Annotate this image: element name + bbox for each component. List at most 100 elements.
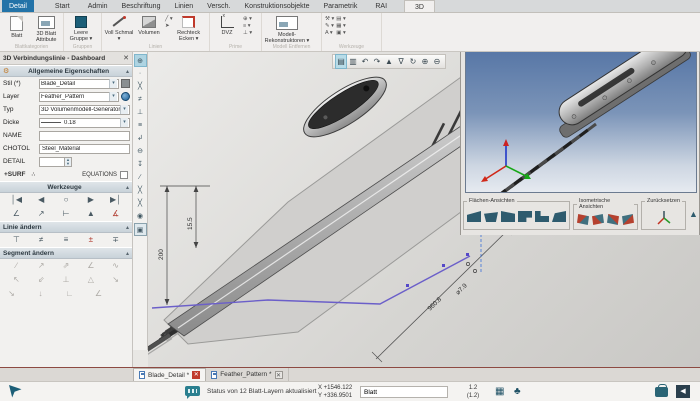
iso-view-2-icon[interactable]: [592, 214, 604, 225]
undo-icon[interactable]: ↶: [359, 55, 371, 68]
hammer-icon[interactable]: ⚒ ▾: [325, 16, 334, 22]
hatch-icon[interactable]: ╳: [134, 80, 147, 93]
drop-icon[interactable]: ↧: [134, 158, 147, 171]
zoom-out-icon[interactable]: ⊖: [431, 55, 443, 68]
tab-beschriftung[interactable]: Beschriftung: [115, 0, 168, 12]
segment-down-left-icon[interactable]: ⇙: [34, 274, 49, 286]
front-view-icon[interactable]: [467, 211, 481, 222]
stil-select[interactable]: Blade_Detail▾: [39, 79, 119, 89]
zoom-extents-icon[interactable]: ▲: [383, 55, 395, 68]
modell-rekonstruktoren-button[interactable]: Modell- Rekonstruktoren ▾: [264, 14, 310, 44]
voll-schmal-button[interactable]: Voll Schmal ▾: [104, 14, 134, 42]
surf-mark-icon[interactable]: ∴: [32, 171, 36, 178]
close-icon[interactable]: ✕: [192, 371, 200, 379]
camera-icon[interactable]: ▣: [134, 223, 147, 236]
dimension-15-5[interactable]: 15.5: [187, 217, 194, 230]
collapse-icon[interactable]: ▴: [126, 68, 129, 75]
first-icon[interactable]: │◀: [9, 194, 24, 206]
doc-tab-feather-pattern[interactable]: Feather_Pattern * ✕: [206, 368, 288, 381]
volumen-button[interactable]: Volumen: [134, 14, 164, 36]
dvz-button[interactable]: DVZ: [212, 14, 242, 36]
tab-detail[interactable]: Detail: [2, 0, 34, 12]
segment-corner-icon[interactable]: ∟: [62, 288, 77, 300]
line-offset-icon[interactable]: ±: [83, 234, 98, 246]
iso-view-3-icon[interactable]: [607, 214, 619, 225]
spinner-icon[interactable]: ▲▼: [65, 157, 72, 167]
delete-icon[interactable]: ╳: [134, 184, 147, 197]
layer-sphere-icon[interactable]: [121, 92, 130, 101]
bottom-view-icon[interactable]: [552, 211, 566, 222]
previous-icon[interactable]: ◀: [34, 194, 49, 206]
segment-triangle-icon[interactable]: △: [83, 274, 98, 286]
tab-start[interactable]: Start: [48, 0, 77, 12]
sheet-name-input[interactable]: [360, 386, 448, 398]
edit-icon[interactable]: ✎ ▾: [325, 23, 334, 29]
dimension-7-9[interactable]: ⌀7.9: [455, 282, 469, 296]
snap-end-icon[interactable]: ≠: [134, 93, 147, 106]
back-view-icon[interactable]: [484, 211, 498, 222]
slash-icon[interactable]: ∕: [134, 171, 147, 184]
archive-icon[interactable]: [655, 387, 668, 397]
segment-drop-icon[interactable]: ↘: [4, 288, 19, 300]
snap-perp-icon[interactable]: ⊥: [134, 106, 147, 119]
tab-linien[interactable]: Linien: [167, 0, 200, 12]
segment-perp-icon[interactable]: ⊥: [58, 274, 73, 286]
rechteck-ecken-button[interactable]: Rechteck Ecken ▾: [174, 14, 204, 42]
segment-down-right-icon[interactable]: ↘: [108, 274, 123, 286]
list-icon[interactable]: ≡: [134, 119, 147, 132]
zoom-previous-icon[interactable]: ∇: [395, 55, 407, 68]
select-pin-icon[interactable]: ⊕: [134, 54, 147, 67]
globe-icon[interactable]: ◉: [134, 210, 147, 223]
left-view-icon[interactable]: [501, 211, 515, 222]
top-view-icon[interactable]: [535, 211, 549, 222]
section-segment[interactable]: Segment ändern ▴: [0, 247, 132, 259]
equations-checkbox[interactable]: [120, 171, 128, 179]
angle-measure-icon[interactable]: ∡: [108, 208, 123, 220]
last-icon[interactable]: ▶│: [108, 194, 123, 206]
point-icon[interactable]: ·: [134, 67, 147, 80]
iso-view-1-icon[interactable]: [577, 214, 589, 225]
section-tools[interactable]: Werkzeuge ▴: [0, 181, 132, 193]
typ-select[interactable]: 3D Volumenmodell-Generator▾: [39, 105, 130, 115]
save-all-icon[interactable]: ▥: [347, 55, 359, 68]
arrow-style-icon[interactable]: ➤: [165, 23, 173, 29]
line-trim-icon[interactable]: ∓: [108, 234, 123, 246]
circle-snap-icon[interactable]: ⊖: [134, 145, 147, 158]
line-style-icon[interactable]: ╱ ▾: [165, 16, 173, 22]
line-end-icon[interactable]: ⊤: [9, 234, 24, 246]
segment-extend-icon[interactable]: ↗: [34, 260, 49, 272]
dicke-select[interactable]: 0.18▾: [39, 118, 130, 128]
collapse-icon[interactable]: ▴: [126, 184, 129, 191]
leere-gruppe-button[interactable]: Leere Gruppe ▾: [66, 14, 96, 42]
reset-triad-icon[interactable]: [656, 210, 672, 226]
iso-view-4-icon[interactable]: [622, 214, 634, 225]
expand-triangle-icon[interactable]: ▲: [689, 209, 698, 219]
segment-angle-icon[interactable]: ∠: [83, 260, 98, 272]
segment-up-left-icon[interactable]: ↖: [9, 274, 24, 286]
return-icon[interactable]: ↲: [134, 132, 147, 145]
axis-small-icon[interactable]: ⊕ ▾: [243, 16, 252, 22]
tab-versch[interactable]: Versch.: [200, 0, 237, 12]
detail-input[interactable]: [39, 157, 65, 167]
blatt-attribute-button[interactable]: 3D Blatt Attribute: [32, 14, 62, 43]
panel-collapse-icon[interactable]: ◀: [676, 385, 690, 398]
tab-admin[interactable]: Admin: [81, 0, 115, 12]
line-break-icon[interactable]: ≠: [34, 234, 49, 246]
line-small-icon[interactable]: ≡ ▾: [243, 23, 252, 29]
segment-wedge-icon[interactable]: ∠: [91, 288, 106, 300]
close-icon[interactable]: ✕: [123, 54, 129, 62]
layer-select[interactable]: Feather_Pattern▾: [39, 92, 119, 102]
close-icon[interactable]: ✕: [275, 371, 283, 379]
blatt-button[interactable]: Blatt: [2, 14, 32, 39]
zoom-level[interactable]: 1.2 (1.2): [460, 384, 486, 400]
tab-parametrik[interactable]: Parametrik: [317, 0, 365, 12]
chotol-input[interactable]: [39, 144, 130, 154]
collapse-icon[interactable]: ▴: [126, 250, 129, 257]
fill-triangle-icon[interactable]: ▲: [83, 208, 98, 220]
center-icon[interactable]: ○: [58, 194, 73, 206]
point-small-icon[interactable]: ⊥ ▾: [243, 30, 252, 36]
segment-slope-icon[interactable]: ∕: [9, 260, 24, 272]
segment-down-icon[interactable]: ↓: [33, 288, 48, 300]
next-icon[interactable]: ▶: [83, 194, 98, 206]
dimension-960-8[interactable]: 960.8: [427, 296, 444, 313]
